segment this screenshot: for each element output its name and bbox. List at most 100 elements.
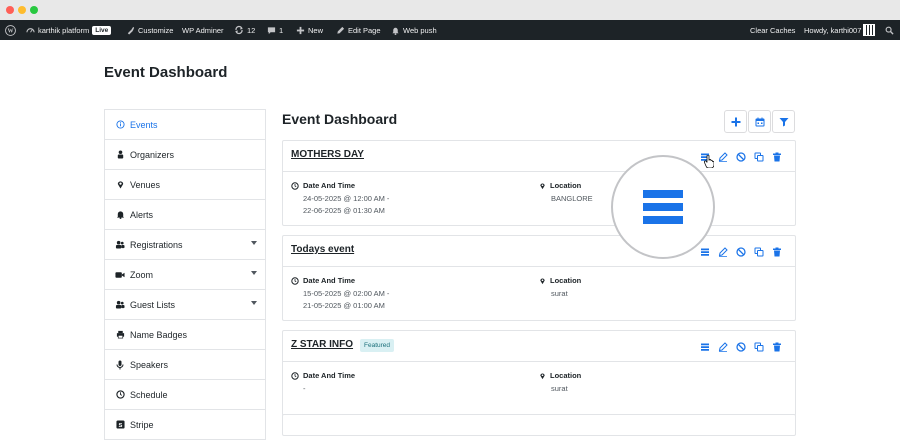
maximize-window-button[interactable] — [30, 6, 38, 14]
sidebar-item-schedule[interactable]: Schedule — [105, 380, 265, 410]
sidebar-nav: Events Organizers Venues Alerts Registra… — [104, 109, 266, 440]
duplicate-icon[interactable] — [753, 246, 765, 258]
clear-caches-link[interactable]: Clear Caches — [750, 20, 795, 40]
zoom-magnifier — [611, 155, 715, 259]
new-content-link[interactable]: New — [296, 20, 323, 40]
edit-icon[interactable] — [717, 341, 729, 353]
date-time-label: Date And Time — [291, 276, 355, 285]
chevron-down-icon[interactable] — [251, 301, 257, 305]
sidebar-item-registrations[interactable]: Registrations — [105, 230, 265, 260]
cancel-icon[interactable] — [735, 246, 747, 258]
event-card-header: Todays event — [283, 236, 795, 267]
sidebar-item-alerts[interactable]: Alerts — [105, 200, 265, 230]
clock-icon — [291, 371, 299, 380]
trash-icon[interactable] — [771, 341, 783, 353]
location-text: Location — [550, 276, 582, 285]
event-dates: - — [303, 383, 306, 395]
duplicate-icon[interactable] — [753, 151, 765, 163]
date-time-text: Date And Time — [303, 276, 356, 285]
comments-link[interactable]: 1 — [267, 20, 283, 40]
event-title-link[interactable]: Z STAR INFO — [291, 339, 353, 350]
sidebar-item-organizers[interactable]: Organizers — [105, 140, 265, 170]
sidebar-item-label: Speakers — [130, 359, 169, 370]
account-menu[interactable]: Howdy, karthi007 — [804, 20, 876, 40]
sidebar-item-guest-lists[interactable]: Guest Lists — [105, 290, 265, 320]
web-push-link[interactable]: Web push — [391, 20, 437, 40]
guests-icon — [115, 300, 125, 310]
wp-adminer-link[interactable]: WP Adminer — [182, 20, 224, 40]
cancel-icon[interactable] — [735, 341, 747, 353]
sidebar-item-label: Guest Lists — [130, 299, 176, 310]
dashboard-title: Event Dashboard — [282, 111, 398, 127]
edit-icon[interactable] — [717, 246, 729, 258]
event-location: surat — [551, 289, 568, 298]
sidebar-item-zoom[interactable]: Zoom — [105, 260, 265, 290]
pencil-icon — [337, 26, 345, 34]
filter-button[interactable] — [772, 110, 795, 133]
event-date-start: 15-05-2025 @ 02:00 AM - — [303, 289, 390, 298]
add-event-button[interactable] — [724, 110, 747, 133]
calendar-icon — [755, 117, 764, 126]
search-button[interactable] — [885, 20, 894, 40]
list-icon[interactable] — [699, 246, 711, 258]
list-icon — [643, 190, 683, 224]
pointer-cursor-icon — [704, 154, 715, 173]
organizer-icon — [115, 150, 125, 160]
map-pin-icon — [540, 183, 545, 189]
event-date-start: 24-05-2025 @ 12:00 AM - — [303, 194, 390, 203]
date-time-text: Date And Time — [303, 181, 356, 190]
sidebar-item-venues[interactable]: Venues — [105, 170, 265, 200]
event-date-end: 21-05-2025 @ 01:00 AM — [303, 301, 385, 310]
sidebar-item-name-badges[interactable]: Name Badges — [105, 320, 265, 350]
location-label: Location — [539, 276, 581, 285]
cancel-icon[interactable] — [735, 151, 747, 163]
video-icon — [115, 270, 125, 280]
trash-icon[interactable] — [771, 151, 783, 163]
event-card: Z STAR INFO Featured Date And Time - Loc… — [282, 330, 796, 416]
trash-icon[interactable] — [771, 246, 783, 258]
event-dates: 24-05-2025 @ 12:00 AM - 22-06-2025 @ 01:… — [303, 193, 389, 217]
stripe-icon: S — [115, 420, 125, 430]
sidebar-item-label: Registrations — [130, 239, 183, 250]
event-title-link[interactable]: Todays event — [291, 244, 354, 255]
sidebar-item-events[interactable]: Events — [105, 110, 265, 140]
event-title-link[interactable]: MOTHERS DAY — [291, 149, 364, 160]
wp-adminer-label: WP Adminer — [182, 25, 224, 35]
site-name-link[interactable]: karthik platform Live — [26, 20, 112, 40]
event-location: surat — [551, 384, 568, 393]
event-card-header: MOTHERS DAY — [283, 141, 795, 172]
sidebar-item-speakers[interactable]: Speakers — [105, 350, 265, 380]
wordpress-logo-icon[interactable]: W — [5, 20, 16, 40]
event-dates: 15-05-2025 @ 02:00 AM - 21-05-2025 @ 01:… — [303, 288, 389, 312]
sidebar-item-label: Venues — [130, 179, 161, 190]
chevron-down-icon[interactable] — [251, 241, 257, 245]
sidebar-item-label: Organizers — [130, 149, 175, 160]
duplicate-icon[interactable] — [753, 341, 765, 353]
customize-label: Customize — [138, 25, 174, 35]
list-icon[interactable] — [699, 341, 711, 353]
calendar-view-button[interactable] — [748, 110, 771, 133]
filter-icon — [779, 117, 788, 126]
info-icon — [115, 120, 125, 130]
dashboard-icon — [26, 27, 35, 33]
map-pin-icon — [115, 180, 125, 190]
browser-chrome — [0, 0, 900, 20]
sidebar-item-stripe[interactable]: S Stripe — [105, 410, 265, 440]
clock-icon — [115, 390, 125, 400]
howdy-label: Howdy, karthi007 — [804, 25, 862, 35]
sidebar-item-label: Events — [130, 119, 158, 130]
edit-page-label: Edit Page — [348, 25, 381, 35]
map-pin-icon — [540, 278, 545, 284]
close-window-button[interactable] — [6, 6, 14, 14]
clock-icon — [291, 181, 299, 190]
edit-icon[interactable] — [717, 151, 729, 163]
users-icon — [115, 240, 125, 250]
featured-badge: Featured — [360, 339, 395, 352]
edit-page-link[interactable]: Edit Page — [336, 20, 381, 40]
customize-link[interactable]: Customize — [126, 20, 173, 40]
updates-link[interactable]: 12 — [234, 20, 255, 40]
chevron-down-icon[interactable] — [251, 271, 257, 275]
svg-text:S: S — [118, 423, 122, 429]
minimize-window-button[interactable] — [18, 6, 26, 14]
location-label: Location — [539, 181, 581, 190]
